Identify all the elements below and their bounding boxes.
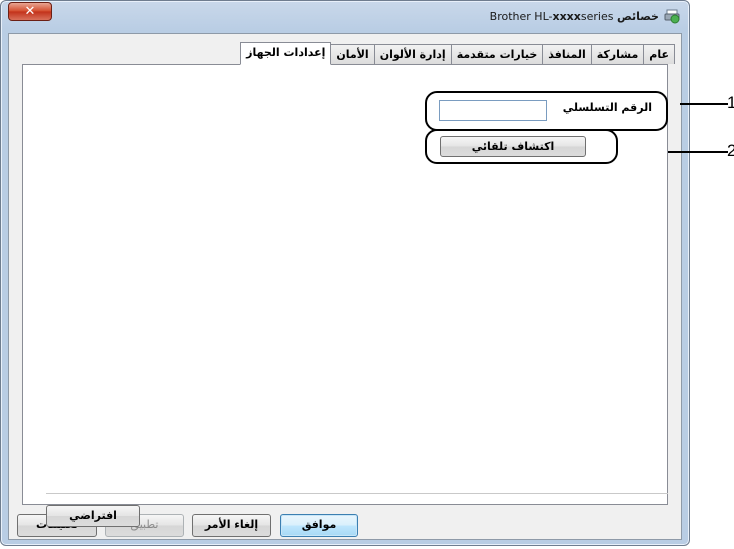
callout-number-2: 2: [727, 141, 734, 160]
tab-ports[interactable]: المنافذ: [542, 44, 592, 64]
callout-frame-auto-detect: [425, 129, 618, 164]
tab-security[interactable]: الأمان: [330, 44, 375, 64]
tab-strip: عام مشاركة المنافذ خيارات متقدمة إدارة ا…: [240, 42, 675, 65]
ok-button[interactable]: موافق: [280, 514, 358, 537]
printer-properties-window: ✕ خصائص Brother HL-xxxxseries عام مشاركة…: [0, 0, 690, 546]
tab-color-management[interactable]: إدارة الألوان: [373, 44, 452, 64]
dialog-client-area: عام مشاركة المنافذ خيارات متقدمة إدارة ا…: [8, 33, 682, 540]
tab-device-settings[interactable]: إعدادات الجهاز: [240, 42, 332, 65]
device-settings-panel: الرقم التسلسلي اكتشاف تلقائي افتراضي: [22, 64, 668, 527]
window-title: خصائص Brother HL-xxxxseries: [490, 10, 659, 23]
tab-general[interactable]: عام: [643, 44, 675, 64]
title-model: xxxx: [552, 10, 581, 23]
tab-advanced[interactable]: خيارات متقدمة: [450, 44, 544, 64]
title-prefix: Brother HL-: [489, 10, 553, 23]
divider: [46, 493, 668, 494]
cancel-button[interactable]: إلغاء الأمر: [192, 514, 271, 537]
title-suffix: series: [580, 10, 614, 23]
callout-frame-serial: [425, 91, 668, 131]
window-title-model: Brother HL-xxxxseries: [490, 10, 614, 23]
close-icon: ✕: [24, 4, 36, 19]
window-title-properties: خصائص: [616, 10, 659, 23]
callout-leader-1: [680, 103, 728, 105]
printer-icon: [664, 9, 680, 24]
title-bar: ✕ خصائص Brother HL-xxxxseries: [1, 1, 689, 31]
default-button[interactable]: افتراضي: [46, 505, 140, 527]
callout-number-1: 1: [727, 93, 734, 112]
close-button[interactable]: ✕: [8, 2, 52, 21]
tab-sharing[interactable]: مشاركة: [590, 44, 645, 64]
